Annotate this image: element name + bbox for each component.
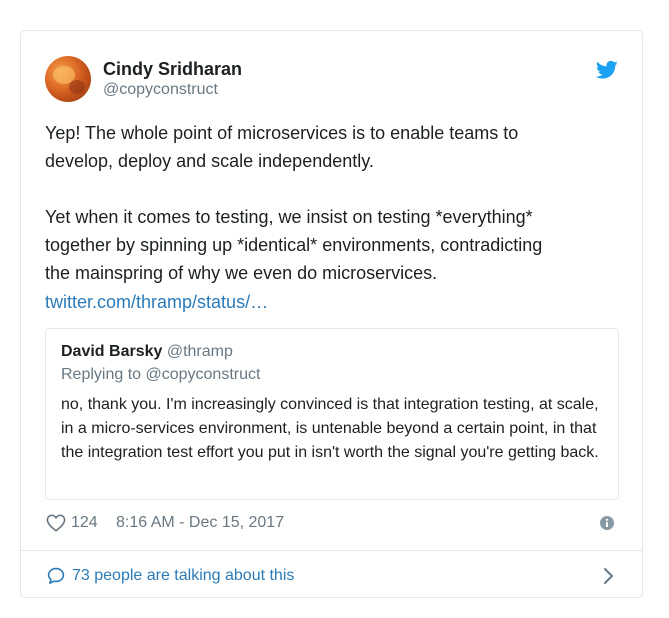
info-icon[interactable] [600, 516, 614, 530]
author-names[interactable]: Cindy Sridharan @copyconstruct [103, 58, 242, 100]
author-display-name[interactable]: Cindy Sridharan [103, 58, 242, 80]
twitter-bird-icon[interactable] [596, 60, 618, 80]
tweet-text: Yep! The whole point of microservices is… [45, 123, 543, 283]
quote-author-name: David Barsky [61, 343, 163, 360]
author-handle[interactable]: @copyconstruct [103, 80, 242, 100]
quoted-tweet[interactable]: David Barsky @thramp Replying to @copyco… [45, 328, 619, 500]
quote-author-handle: @thramp [166, 343, 233, 360]
quote-reply-context: Replying to @copyconstruct [61, 366, 261, 383]
tweet-header: Cindy Sridharan @copyconstruct [45, 55, 622, 103]
like-count[interactable]: 124 [71, 513, 98, 533]
tweet-footer: 124 8:16 AM - Dec 15, 2017 [45, 512, 618, 534]
tweet-timestamp[interactable]: 8:16 AM - Dec 15, 2017 [116, 513, 284, 533]
quote-author: David Barsky @thramp [61, 342, 233, 362]
tweet-link[interactable]: twitter.com/thramp/status/… [45, 288, 268, 316]
quote-text: no, thank you. I'm increasingly convince… [61, 396, 599, 461]
conversation-count[interactable]: 73 people are talking about this [72, 566, 294, 586]
chevron-right-icon[interactable] [602, 567, 614, 585]
heart-icon[interactable] [46, 514, 66, 532]
conversation-link[interactable]: 73 people are talking about this [45, 564, 618, 588]
avatar[interactable] [45, 56, 91, 102]
speech-bubble-icon [47, 567, 65, 585]
footer-divider [21, 550, 642, 551]
embedded-tweet-card: Cindy Sridharan @copyconstruct Yep! The … [20, 30, 643, 598]
